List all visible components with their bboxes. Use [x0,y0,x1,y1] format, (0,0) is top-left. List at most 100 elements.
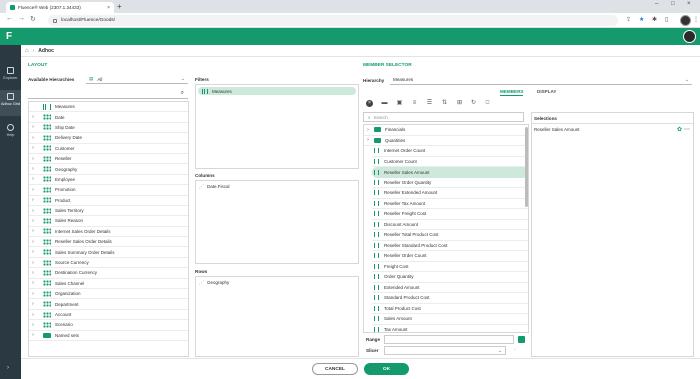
new-tab-button[interactable]: + [117,2,122,11]
hierarchy-item[interactable]: › Geography [29,164,188,175]
hierarchy-dropdown[interactable]: Measures ⌄ [390,75,692,85]
chevron-right-icon[interactable]: › [29,280,37,286]
home-icon[interactable]: ⌂ [25,48,29,54]
chevron-right-icon[interactable]: › [29,145,37,151]
refresh-icon[interactable]: ↻ [470,100,477,107]
hierarchy-tree-icon[interactable]: ⊞ [456,100,463,107]
collapse-nav-icon[interactable]: › [7,365,9,371]
minimize-icon[interactable]: – [655,1,658,7]
fluence-logo-icon[interactable]: F [6,31,16,42]
chevron-right-icon[interactable]: › [29,332,37,338]
chevron-right-icon[interactable]: › [29,249,37,255]
member-item[interactable]: Reseller Standard Product Cost [372,241,528,251]
hierarchy-item[interactable]: › Department [29,299,188,310]
columns-dropzone[interactable]: ⋰ Date.Fiscal [195,180,359,264]
site-info-icon[interactable] [53,18,57,23]
member-item[interactable]: Reseller Order Quantity [372,178,528,188]
member-item[interactable]: Reseller Total Product Cost [372,230,528,241]
hierarchy-item[interactable]: › Reseller Sales Order Details [29,237,188,248]
member-item[interactable]: Extended Amount [372,283,528,293]
maximize-icon[interactable]: □ [671,1,675,7]
member-item[interactable]: Reseller Order Count [372,251,528,262]
hierarchy-item[interactable]: › Internet Sales Order Details [29,227,188,238]
member-folder[interactable]: › Financials [364,125,528,136]
member-item[interactable]: Reseller Extended Amount [372,188,528,199]
chevron-right-icon[interactable]: › [29,322,37,328]
chevron-right-icon[interactable]: › [29,176,37,182]
row-item-geography[interactable]: ⋰ Geography [199,278,355,287]
address-bar[interactable]: localhost/Fluence/Goods/ [48,15,618,26]
share-icon[interactable]: ⇪ [626,16,631,23]
chevron-right-icon[interactable]: › [29,270,37,276]
filter-members-icon[interactable]: ≡ [411,100,418,107]
chevron-right-icon[interactable]: › [29,166,37,172]
save-selection-icon[interactable]: ▣ [396,100,403,107]
member-item[interactable]: Reseller Sales Amount [372,167,528,178]
hierarchy-item[interactable]: › Customer [29,144,188,154]
close-window-icon[interactable]: × [687,1,691,7]
chevron-right-icon[interactable]: › [29,239,37,245]
chevron-right-icon[interactable]: › [29,156,37,162]
nav-adhoc-grid[interactable]: Adhoc Grid [0,90,21,116]
nav-explorer[interactable]: Explorer [0,64,21,90]
hierarchy-item[interactable]: › Ship Date [29,123,188,134]
member-item[interactable]: Customer Count [372,157,528,167]
member-item[interactable]: Total Product Cost [372,304,528,314]
member-item[interactable]: Sales Amount [372,314,528,325]
hierarchy-item[interactable]: › Employee [29,175,188,186]
selection-item[interactable]: Reseller Sales Amount ✿ ⋯ [532,124,693,134]
slicer-dropdown[interactable]: ⌄ [384,346,506,355]
member-folder[interactable]: › Quantities [364,136,528,146]
member-item[interactable]: Discount Amount [372,220,528,230]
hierarchy-item[interactable]: › Product [29,196,188,206]
chevron-right-icon[interactable]: › [29,135,37,141]
hierarchy-item[interactable]: › Promotion [29,185,188,196]
sidepanel-icon[interactable]: ▯ [665,16,668,23]
forward-icon[interactable]: → [18,15,25,22]
chevron-right-icon[interactable]: › [29,228,37,234]
tab-members[interactable]: MEMBERS [500,89,524,96]
chevron-right-icon[interactable]: › [29,187,37,193]
hierarchy-item[interactable]: › Source Currency [29,258,188,269]
chevron-right-icon[interactable]: › [29,291,37,297]
settings-gear-icon[interactable]: ✿ [677,126,682,133]
range-input[interactable] [384,335,514,344]
column-item-date-fiscal[interactable]: ⋰ Date.Fiscal [199,182,355,191]
filter-chip-measures[interactable]: Measures [198,87,356,95]
extensions-icon[interactable]: ✱ [652,16,657,23]
back-icon[interactable]: ← [6,15,13,22]
hierarchy-item[interactable]: › Sales Territory [29,206,188,217]
chevron-right-icon[interactable]: › [29,208,37,214]
chevron-right-icon[interactable]: › [29,312,37,318]
hierarchy-filter-dropdown[interactable]: ▤ All ⌄ [86,75,188,84]
hierarchy-item[interactable]: Measures [29,102,188,113]
chevron-right-icon[interactable]: › [364,127,372,133]
copy-icon[interactable]: ⧉ [484,100,491,107]
cancel-button[interactable]: CANCEL [312,363,358,375]
bookmark-star-icon[interactable]: ★ [639,16,644,23]
user-avatar[interactable] [683,30,696,43]
hierarchy-item[interactable]: › Sales Summary Order Details [29,247,188,258]
chevron-right-icon[interactable]: › [29,114,37,120]
member-item[interactable]: Internet Order Count [372,146,528,157]
close-tab-icon[interactable]: × [107,5,110,11]
hierarchy-item[interactable]: › Organization [29,289,188,300]
search-icon[interactable]: ⌕ [181,90,184,97]
member-item[interactable]: Order Quantity [372,272,528,283]
hierarchy-item[interactable]: › Sales Reason [29,216,188,227]
more-options-icon[interactable]: ⋯ [684,126,690,133]
hierarchy-item[interactable]: › Scenario [29,320,188,331]
hierarchy-item[interactable]: › Delivery Date [29,133,188,144]
level-filter-icon[interactable]: ☰ [426,100,433,107]
member-item[interactable]: Standard Product Cost [372,293,528,304]
member-item[interactable]: Freight Cost [372,262,528,272]
member-search-input[interactable]: ⌕ Search [363,112,524,122]
chevron-right-icon[interactable]: › [29,301,37,307]
reload-icon[interactable]: ↻ [30,15,36,23]
sort-icon[interactable]: ⇅ [441,100,448,107]
profile-avatar[interactable] [680,15,691,26]
chevron-right-icon[interactable]: › [364,137,372,143]
hierarchy-item[interactable]: › Date [29,112,188,123]
member-scrollbar[interactable] [525,127,528,207]
range-apply-icon[interactable] [518,336,525,343]
